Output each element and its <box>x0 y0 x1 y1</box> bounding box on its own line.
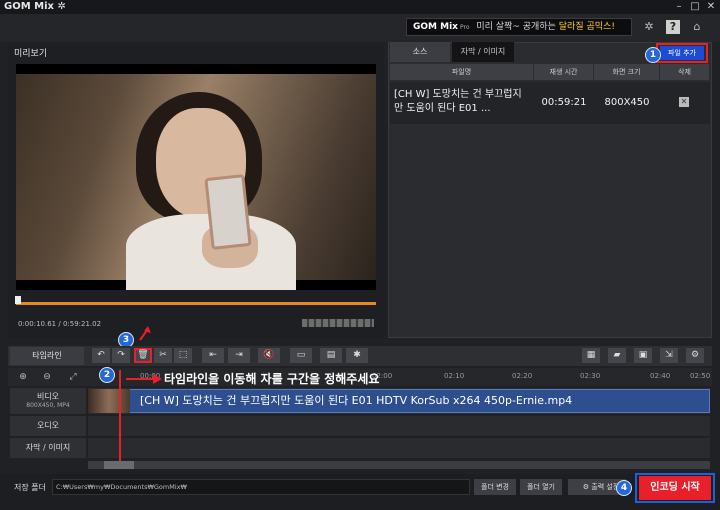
gear-icon[interactable]: ✲ <box>57 1 65 12</box>
volume-bar[interactable] <box>302 319 374 327</box>
start-encoding-button[interactable]: 인코딩 시작 <box>639 476 711 500</box>
video-frame <box>16 74 376 290</box>
annotation-2-badge: 2 <box>99 367 115 383</box>
promo-banner[interactable]: GOM Mix Pro 미리 살짝~ 공개하는 달라질 곰믹스! <box>406 18 632 36</box>
row-size: 800X450 <box>604 97 650 108</box>
settings-gear-icon[interactable]: ✲ <box>642 20 656 34</box>
minimize-icon[interactable]: – <box>672 0 686 14</box>
track-video-name: 비디오 <box>36 392 60 401</box>
time-readout: 0:00:10.61 / 0:59:21.02 <box>18 320 102 328</box>
track-subtitle-area[interactable] <box>88 438 710 458</box>
change-folder-button[interactable]: 폴더 변경 <box>474 479 516 495</box>
annotation-2-arrow <box>126 374 162 384</box>
film-icon[interactable]: ▤ <box>320 348 342 363</box>
ruler-tick: 02:10 <box>444 372 465 380</box>
timeline-scrollbar[interactable] <box>88 461 710 469</box>
playback-knob[interactable] <box>15 296 22 304</box>
ruler-tick: 02:40 <box>650 372 671 380</box>
track-label-audio: 오디오 <box>10 416 86 436</box>
track-label-subtitle: 자막 / 이미지 <box>10 438 86 458</box>
playhead[interactable] <box>119 370 121 462</box>
row-duration: 00:59:21 <box>541 97 587 108</box>
ruler-tick: 02:30 <box>580 372 601 380</box>
clip-thumbnail <box>88 389 130 413</box>
banner-highlight: 달라질 곰믹스! <box>558 22 615 32</box>
sticker-icon[interactable]: ✱ <box>346 348 368 363</box>
column-filename[interactable]: 파일명 <box>390 64 534 80</box>
tab-subtitle-image[interactable]: 자막 / 이미지 <box>452 42 514 62</box>
mute-icon[interactable]: 🔇 <box>258 348 280 363</box>
home-icon[interactable]: ⌂ <box>690 20 704 34</box>
zoom-out-icon[interactable]: ⊖ <box>40 370 54 384</box>
preview-label: 미리보기 <box>14 49 48 59</box>
ruler-tick: 02:50 <box>690 372 711 380</box>
fit-icon[interactable]: ⤢ <box>66 370 80 384</box>
video-phone <box>204 174 252 250</box>
close-icon[interactable]: ✕ <box>704 0 718 14</box>
banner-text: 미리 살짝~ 공개하는 <box>476 22 556 32</box>
tab-source[interactable]: 소스 <box>390 42 450 62</box>
move-right-icon[interactable]: ⇥ <box>228 348 250 363</box>
zoom-in-icon[interactable]: ⊕ <box>16 370 30 384</box>
delete-row-icon[interactable]: ✕ <box>679 97 689 107</box>
open-folder-icon[interactable]: ▰ <box>608 348 626 363</box>
redo-icon[interactable]: ↷ <box>112 348 130 363</box>
list-view-icon[interactable]: ▦ <box>582 348 600 363</box>
undo-icon[interactable]: ↶ <box>92 348 110 363</box>
banner-brand: GOM Mix <box>413 22 458 32</box>
delete-clip-icon[interactable]: 🗑 <box>134 348 152 363</box>
annotation-3-arrow <box>139 326 151 341</box>
open-folder-button[interactable]: 폴더 열기 <box>520 479 562 495</box>
annotation-1-badge: 1 <box>645 47 661 63</box>
track-label-video: 비디오 800X450, MP4 <box>10 388 86 414</box>
cut-icon[interactable]: ✂ <box>154 348 172 363</box>
move-left-icon[interactable]: ⇤ <box>202 348 224 363</box>
track-audio-area[interactable] <box>88 416 710 436</box>
save-path-field[interactable]: C:₩Users₩my₩Documents₩GomMix₩ <box>52 479 470 495</box>
export-icon[interactable]: ⇲ <box>660 348 678 363</box>
maximize-icon[interactable]: □ <box>688 0 702 14</box>
track-video-info: 800X450, MP4 <box>26 402 70 409</box>
column-size[interactable]: 화면 크기 <box>594 64 660 80</box>
banner-brand-suffix: Pro <box>459 24 470 31</box>
row-filename: [CH W] 도망치는 건 부끄럽지만 도움이 된다 E01 ... <box>394 89 522 114</box>
crop-icon[interactable]: ⬚ <box>174 348 192 363</box>
timeline-tab[interactable]: 타임라인 <box>10 347 84 365</box>
column-delete[interactable]: 삭제 <box>660 64 710 80</box>
add-file-button[interactable]: 파일 추가 <box>660 46 704 60</box>
help-icon[interactable]: ? <box>666 20 680 34</box>
clip-name: [CH W] 도망치는 건 부끄럽지만 도움이 된다 E01 HDTV KorS… <box>140 394 573 407</box>
ruler-tick: 02:20 <box>512 372 533 380</box>
annotation-4-badge: 4 <box>616 480 632 496</box>
save-folder-label: 저장 폴더 <box>14 483 46 492</box>
project-settings-icon[interactable]: ⚙ <box>686 348 704 363</box>
title-bar <box>0 0 720 14</box>
settings-icon: ⚙ <box>582 483 590 491</box>
video-preview[interactable] <box>16 64 376 290</box>
annotation-2-text: 타임라인을 이동해 자를 구간을 정해주세요 <box>164 372 380 386</box>
column-duration[interactable]: 재생 시간 <box>534 64 594 80</box>
screen-icon[interactable]: ▭ <box>290 348 312 363</box>
timeline-scrollbar-thumb[interactable] <box>104 461 134 469</box>
save-icon[interactable]: ▣ <box>634 348 652 363</box>
playback-progress[interactable] <box>16 302 376 305</box>
gom-mix-window: GOM Mix ✲ – □ ✕ GOM Mix Pro 미리 살짝~ 공개하는 달… <box>0 0 720 510</box>
app-title: GOM Mix ✲ <box>4 1 66 12</box>
